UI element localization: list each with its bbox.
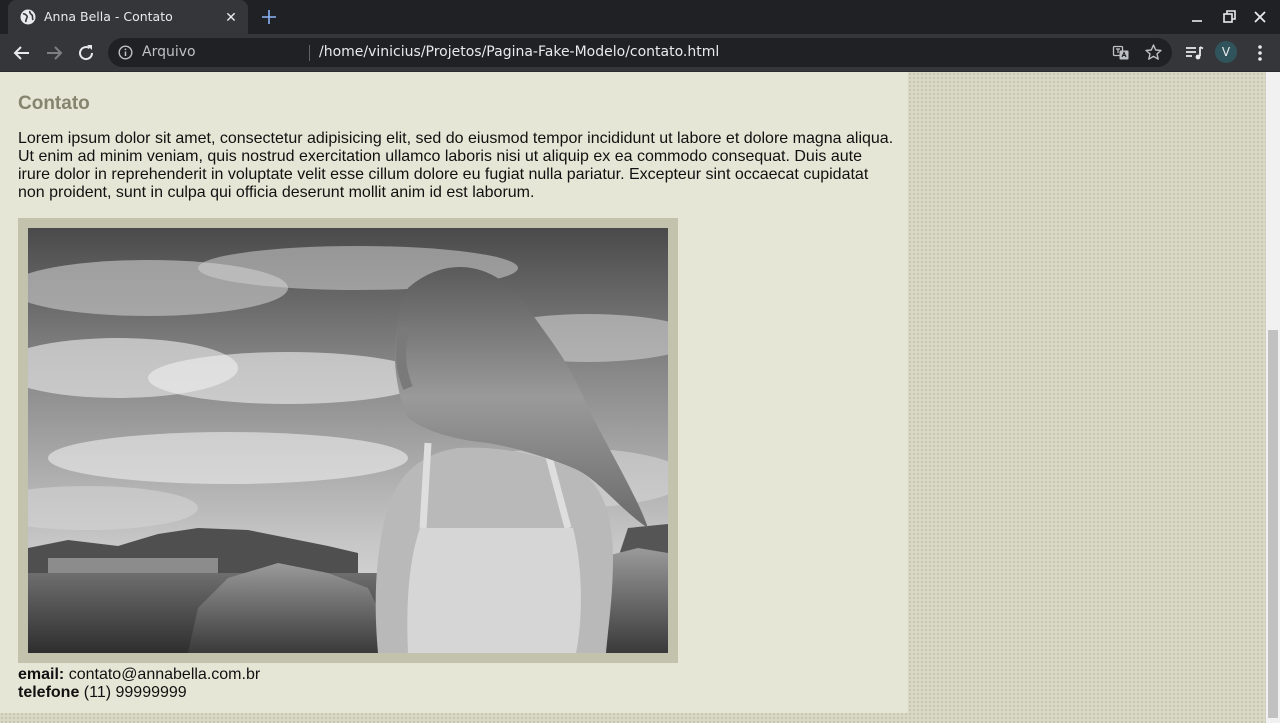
tab-close-icon[interactable]: ✕ (222, 8, 240, 26)
new-tab-plus-icon[interactable] (258, 6, 280, 28)
content-panel: Contato Lorem ipsum dolor sit amet, cons… (0, 72, 908, 713)
browser-tab[interactable]: Anna Bella - Contato ✕ (8, 0, 248, 34)
reload-icon[interactable] (74, 41, 98, 65)
menu-kebab-icon[interactable] (1248, 41, 1272, 65)
media-queue-icon[interactable] (1182, 41, 1206, 65)
profile-avatar[interactable]: V (1215, 41, 1237, 63)
vertical-scrollbar[interactable] (1266, 72, 1280, 723)
email-label: email: (18, 666, 65, 683)
phone-line: telefone (11) 99999999 (18, 684, 260, 702)
phone-value: (11) 99999999 (83, 684, 187, 701)
phone-label: telefone (18, 684, 80, 701)
body-paragraph: Lorem ipsum dolor sit amet, consectetur … (18, 130, 894, 201)
woman-by-sea-photo (28, 228, 668, 653)
info-icon[interactable] (118, 45, 133, 60)
browser-toolbar: Arquivo /home/vinicius/Projetos/Pagina-F… (0, 34, 1280, 72)
address-separator (309, 45, 310, 61)
scrollbar-thumb[interactable] (1268, 330, 1278, 718)
photo-frame (18, 218, 678, 663)
translate-icon[interactable] (1112, 44, 1130, 62)
back-arrow-icon[interactable] (10, 41, 34, 65)
close-window-icon[interactable] (1249, 6, 1271, 28)
email-value: contato@annabella.com.br (68, 666, 261, 683)
restore-icon[interactable] (1218, 6, 1240, 28)
page-viewport: Contato Lorem ipsum dolor sit amet, cons… (0, 72, 1266, 723)
globe-icon (20, 9, 36, 25)
address-bar[interactable]: Arquivo /home/vinicius/Projetos/Pagina-F… (108, 38, 1172, 67)
bookmark-star-icon[interactable] (1144, 43, 1163, 62)
file-scheme-label: Arquivo (142, 44, 196, 60)
email-line: email: contato@annabella.com.br (18, 666, 260, 684)
tab-title: Anna Bella - Contato (44, 9, 173, 24)
tab-strip: Anna Bella - Contato ✕ (0, 0, 1280, 34)
minimize-icon[interactable] (1186, 6, 1208, 28)
page-title: Contato (18, 93, 90, 114)
url-text[interactable]: /home/vinicius/Projetos/Pagina-Fake-Mode… (319, 44, 719, 60)
contact-info: email: contato@annabella.com.br telefone… (18, 666, 260, 702)
forward-arrow-icon[interactable] (42, 41, 66, 65)
